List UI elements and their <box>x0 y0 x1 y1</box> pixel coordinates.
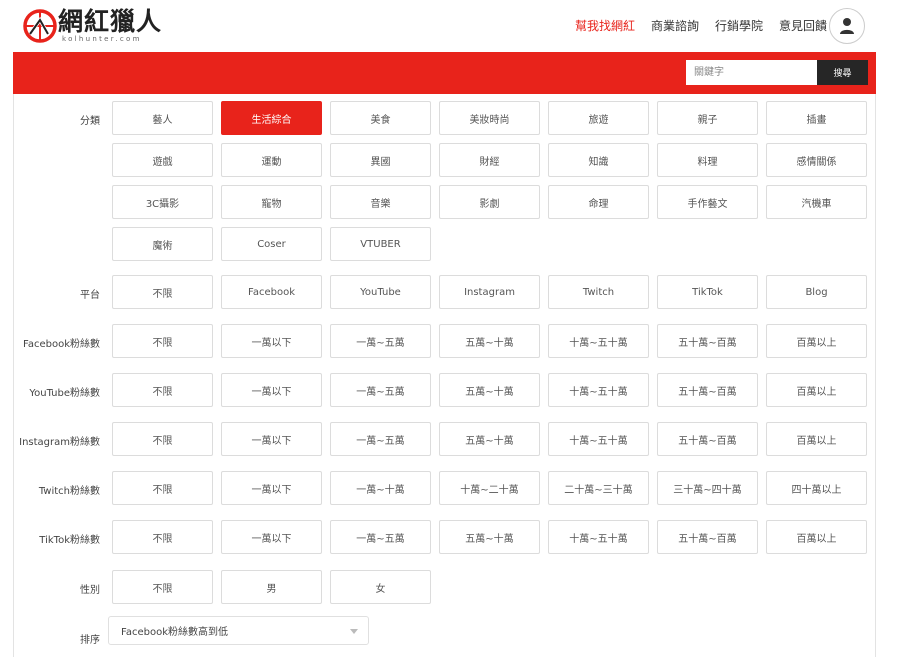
filter-option[interactable]: 不限 <box>112 570 213 604</box>
filter-option[interactable]: 一萬以下 <box>221 373 322 407</box>
filter-option[interactable]: 女 <box>330 570 431 604</box>
filter-option[interactable]: 不限 <box>112 422 213 456</box>
filter-option[interactable]: 汽機車 <box>766 185 867 219</box>
keyword-search-input[interactable] <box>686 60 817 85</box>
filter-option[interactable]: 五十萬~百萬 <box>657 422 758 456</box>
filter-option[interactable]: 美食 <box>330 101 431 135</box>
filter-option[interactable]: 美妝時尚 <box>439 101 540 135</box>
filter-option[interactable]: 一萬~五萬 <box>330 422 431 456</box>
filter-option[interactable]: 不限 <box>112 324 213 358</box>
filter-option[interactable]: 音樂 <box>330 185 431 219</box>
filter-option[interactable]: Coser <box>221 227 322 261</box>
filter-option[interactable]: 知識 <box>548 143 649 177</box>
filter-option[interactable]: 手作藝文 <box>657 185 758 219</box>
filter-label: 平台 <box>80 290 100 301</box>
filter-label: 性別 <box>80 585 100 596</box>
filter-option[interactable]: 不限 <box>112 373 213 407</box>
filter-option[interactable]: Facebook <box>221 275 322 309</box>
filter-option[interactable]: 財經 <box>439 143 540 177</box>
filter-option[interactable]: 親子 <box>657 101 758 135</box>
filter-option[interactable]: 異國 <box>330 143 431 177</box>
filter-option[interactable]: 五十萬~百萬 <box>657 324 758 358</box>
filter-option[interactable]: 五萬~十萬 <box>439 422 540 456</box>
filter-option[interactable]: 一萬以下 <box>221 422 322 456</box>
filter-option[interactable]: 十萬~五十萬 <box>548 373 649 407</box>
user-avatar-button[interactable] <box>829 8 865 44</box>
filter-option[interactable]: 五萬~十萬 <box>439 520 540 554</box>
filter-option[interactable]: 運動 <box>221 143 322 177</box>
filter-option[interactable]: 魔術 <box>112 227 213 261</box>
nav-item-feedback[interactable]: 意見回饋 <box>779 17 827 34</box>
filter-option[interactable]: TikTok <box>657 275 758 309</box>
search-button[interactable]: 搜尋 <box>817 60 868 85</box>
sort-value: Facebook粉絲數高到低 <box>121 627 228 638</box>
filter-option[interactable]: 不限 <box>112 471 213 505</box>
main-nav: 幫我找網紅 商業諮詢 行銷學院 意見回饋 <box>575 17 827 34</box>
nav-item-academy[interactable]: 行銷學院 <box>715 17 763 34</box>
filter-option[interactable]: 一萬以下 <box>221 324 322 358</box>
filter-option[interactable]: 不限 <box>112 275 213 309</box>
filter-option[interactable]: 料理 <box>657 143 758 177</box>
logo-mark-icon <box>23 9 57 43</box>
filter-label: YouTube粉絲數 <box>29 388 100 399</box>
brand-sub: kolhunter.com <box>62 35 142 43</box>
filter-option[interactable]: 五萬~十萬 <box>439 373 540 407</box>
brand-logo[interactable]: 網紅獵人 kolhunter.com <box>22 6 162 46</box>
filter-option[interactable]: 3C攝影 <box>112 185 213 219</box>
nav-item-business[interactable]: 商業諮詢 <box>651 17 699 34</box>
filter-option[interactable]: 命理 <box>548 185 649 219</box>
filter-label: Instagram粉絲數 <box>19 437 100 448</box>
filter-option[interactable]: 百萬以上 <box>766 373 867 407</box>
filter-option[interactable]: 百萬以上 <box>766 324 867 358</box>
filter-option[interactable]: 不限 <box>112 520 213 554</box>
filter-option[interactable]: Twitch <box>548 275 649 309</box>
chevron-down-icon <box>350 629 358 634</box>
filter-option[interactable]: 影劇 <box>439 185 540 219</box>
filter-option[interactable]: 五十萬~百萬 <box>657 520 758 554</box>
user-icon <box>840 18 854 34</box>
filter-option[interactable]: 一萬以下 <box>221 520 322 554</box>
filter-option[interactable]: 插畫 <box>766 101 867 135</box>
filter-label: TikTok粉絲數 <box>39 535 100 546</box>
filter-option[interactable]: VTUBER <box>330 227 431 261</box>
sort-select[interactable]: Facebook粉絲數高到低 <box>108 616 369 645</box>
filter-option[interactable]: 藝人 <box>112 101 213 135</box>
filter-option[interactable]: 一萬~五萬 <box>330 324 431 358</box>
filter-option[interactable]: Blog <box>766 275 867 309</box>
filter-option[interactable]: 二十萬~三十萬 <box>548 471 649 505</box>
filter-option[interactable]: 寵物 <box>221 185 322 219</box>
filter-option[interactable]: 十萬~五十萬 <box>548 520 649 554</box>
sort-label: 排序 <box>80 635 100 646</box>
filter-label: Facebook粉絲數 <box>23 339 100 350</box>
filter-option[interactable]: 百萬以上 <box>766 422 867 456</box>
nav-item-find-kol[interactable]: 幫我找網紅 <box>575 17 635 34</box>
filter-option[interactable]: 四十萬以上 <box>766 471 867 505</box>
filter-option[interactable]: 男 <box>221 570 322 604</box>
brand-name: 網紅獵人 <box>58 7 163 36</box>
filter-option[interactable]: 五十萬~百萬 <box>657 373 758 407</box>
search-bar: 搜尋 <box>13 52 876 94</box>
filter-option[interactable]: 一萬~十萬 <box>330 471 431 505</box>
filter-option[interactable]: 一萬~五萬 <box>330 520 431 554</box>
filter-label: Twitch粉絲數 <box>38 486 100 497</box>
filter-option[interactable]: 感情關係 <box>766 143 867 177</box>
filter-option[interactable]: 一萬~五萬 <box>330 373 431 407</box>
filter-option[interactable]: 生活綜合 <box>221 101 322 135</box>
filter-label: 分類 <box>80 116 100 127</box>
filter-option[interactable]: 遊戲 <box>112 143 213 177</box>
filter-option[interactable]: 十萬~五十萬 <box>548 324 649 358</box>
filter-option[interactable]: 五萬~十萬 <box>439 324 540 358</box>
filter-option[interactable]: 三十萬~四十萬 <box>657 471 758 505</box>
filter-option[interactable]: 十萬~五十萬 <box>548 422 649 456</box>
site-header: 網紅獵人 kolhunter.com 幫我找網紅 商業諮詢 行銷學院 意見回饋 <box>0 0 900 52</box>
filter-option[interactable]: 旅遊 <box>548 101 649 135</box>
filter-option[interactable]: 百萬以上 <box>766 520 867 554</box>
filter-option[interactable]: YouTube <box>330 275 431 309</box>
filter-option[interactable]: Instagram <box>439 275 540 309</box>
filter-option[interactable]: 十萬~二十萬 <box>439 471 540 505</box>
filter-option[interactable]: 一萬以下 <box>221 471 322 505</box>
